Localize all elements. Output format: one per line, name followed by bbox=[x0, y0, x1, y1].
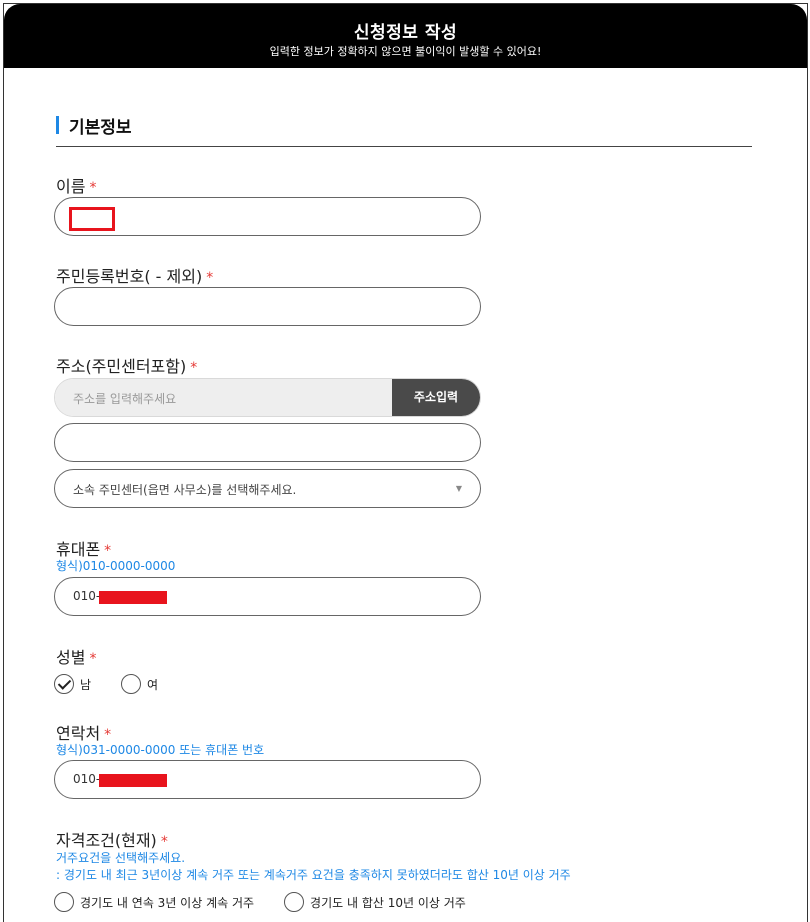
address-search-row: 주소를 입력해주세요 주소입력 bbox=[54, 378, 481, 417]
section-accent-bar bbox=[56, 116, 59, 134]
contact-value: 010- bbox=[73, 772, 101, 786]
contact-input[interactable]: 010- bbox=[54, 760, 481, 799]
community-center-select[interactable]: 소속 주민센터(읍면 사무소)를 선택해주세요. ▼ bbox=[54, 469, 481, 508]
address-search-input[interactable]: 주소를 입력해주세요 bbox=[55, 379, 394, 416]
application-form: 신청정보 작성 입력한 정보가 정확하지 않으면 불이익이 발생할 수 있어요!… bbox=[3, 3, 808, 922]
resident-number-label-text: 주민등록번호( - 제외) bbox=[56, 267, 203, 286]
gender-label-text: 성별 bbox=[56, 648, 86, 667]
required-mark: * bbox=[89, 180, 97, 196]
section-divider bbox=[56, 146, 752, 147]
radio-icon[interactable] bbox=[284, 892, 305, 912]
qualification-option-10years[interactable]: 경기도 내 합산 10년 이상 거주 bbox=[284, 892, 466, 912]
mobile-value: 010- bbox=[73, 589, 101, 603]
qualification-option-3years[interactable]: 경기도 내 연속 3년 이상 계속 거주 bbox=[54, 892, 254, 912]
section-heading: 기본정보 bbox=[56, 114, 132, 138]
gender-radio-group: 남 여 bbox=[54, 674, 188, 694]
page-title: 신청정보 작성 bbox=[353, 23, 458, 43]
gender-option-male-label: 남 bbox=[80, 677, 92, 692]
form-header: 신청정보 작성 입력한 정보가 정확하지 않으면 불이익이 발생할 수 있어요! bbox=[4, 4, 807, 68]
gender-option-female-label: 여 bbox=[147, 677, 159, 692]
section-title: 기본정보 bbox=[69, 117, 132, 138]
page-subtitle: 입력한 정보가 정확하지 않으면 불이익이 발생할 수 있어요! bbox=[269, 45, 542, 58]
mobile-input[interactable]: 010- bbox=[54, 577, 481, 616]
redacted-mobile bbox=[99, 591, 167, 604]
qualification-radio-group: 경기도 내 연속 3년 이상 계속 거주 경기도 내 합산 10년 이상 거주 bbox=[54, 892, 496, 912]
address-label-text: 주소(주민센터포함) bbox=[56, 357, 187, 376]
gender-option-male[interactable]: 남 bbox=[54, 674, 91, 694]
radio-icon[interactable] bbox=[121, 674, 142, 694]
gender-option-female[interactable]: 여 bbox=[121, 674, 158, 694]
address-search-button[interactable]: 주소입력 bbox=[392, 379, 480, 416]
contact-format-hint: 형식)031-0000-0000 또는 휴대폰 번호 bbox=[56, 743, 265, 757]
qualification-option-3years-label: 경기도 내 연속 3년 이상 계속 거주 bbox=[80, 895, 255, 910]
qualification-hint: 거주요건을 선택해주세요. bbox=[56, 851, 186, 865]
required-mark: * bbox=[160, 834, 168, 850]
required-mark: * bbox=[206, 270, 214, 286]
name-input[interactable] bbox=[54, 197, 481, 236]
mobile-format-hint: 형식)010-0000-0000 bbox=[56, 559, 176, 573]
resident-number-label: 주민등록번호( - 제외) * bbox=[56, 263, 213, 287]
radio-checked-icon[interactable] bbox=[54, 674, 74, 694]
qualification-label-text: 자격조건(현재) bbox=[56, 831, 157, 850]
name-label: 이름 * bbox=[56, 173, 96, 197]
radio-icon[interactable] bbox=[54, 892, 74, 912]
qualification-label: 자격조건(현재) * bbox=[56, 827, 168, 851]
required-mark: * bbox=[89, 651, 97, 667]
redacted-contact bbox=[99, 774, 167, 787]
name-label-text: 이름 bbox=[56, 177, 86, 196]
qualification-option-10years-label: 경기도 내 합산 10년 이상 거주 bbox=[310, 895, 466, 910]
chevron-down-icon: ▼ bbox=[455, 484, 462, 493]
gender-label: 성별 * bbox=[56, 644, 96, 668]
required-mark: * bbox=[190, 360, 198, 376]
address-detail-input[interactable] bbox=[54, 423, 481, 462]
address-placeholder: 주소를 입력해주세요 bbox=[73, 392, 177, 406]
community-center-select-value: 소속 주민센터(읍면 사무소)를 선택해주세요. bbox=[73, 483, 297, 497]
redacted-name bbox=[69, 207, 115, 231]
address-label: 주소(주민센터포함) * bbox=[56, 353, 197, 377]
resident-number-input[interactable] bbox=[54, 287, 481, 326]
qualification-detail-hint: : 경기도 내 최근 3년이상 계속 거주 또는 계속거주 요건을 충족하지 못… bbox=[56, 868, 571, 882]
